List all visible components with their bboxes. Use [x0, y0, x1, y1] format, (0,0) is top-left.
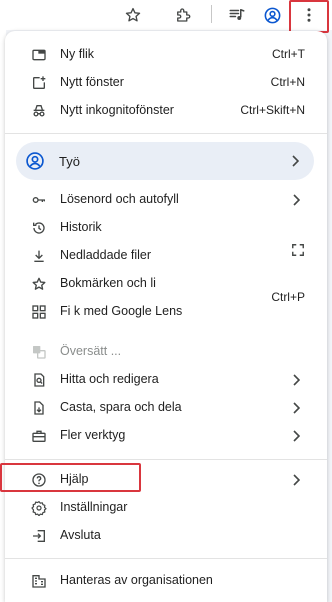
profile-icon[interactable]: [259, 2, 285, 28]
occlusion-patch: [5, 330, 327, 336]
new-tab-icon: [29, 45, 49, 65]
menu-item-label: Historik: [60, 220, 102, 234]
menu-item-label: Bokmärken och li: [60, 276, 156, 290]
occlusion-patch: [210, 264, 327, 285]
menu-item-find-edit[interactable]: Hitta och redigera: [5, 366, 327, 394]
exit-icon: [29, 526, 49, 546]
menu-divider: [5, 558, 327, 559]
profile-row[interactable]: Työ: [16, 142, 314, 180]
toolbox-icon: [29, 426, 49, 446]
browser-toolbar: [0, 0, 332, 33]
menu-item-more-tools[interactable]: Fler verktyg: [5, 422, 327, 450]
menu-item-label: Hanteras av organisationen: [60, 573, 213, 587]
menu-item-shortcut: Ctrl+N: [270, 75, 305, 89]
find-edit-icon: [29, 370, 49, 390]
menu-item-label: Nytt fönster: [60, 75, 124, 89]
fullscreen-icon[interactable]: [285, 238, 311, 262]
menu-item-label: Nedladdade filer: [60, 248, 152, 262]
chrome-main-menu: Ny flik Ctrl+T Nytt fönster Ctrl+N Nytt …: [5, 31, 327, 602]
menu-item-label: Inställningar: [60, 500, 128, 514]
menu-item-label: Översätt ...: [60, 344, 122, 358]
menu-item-new-tab[interactable]: Ny flik Ctrl+T: [5, 41, 327, 69]
history-icon: [29, 218, 49, 238]
menu-item-google-lens[interactable]: Fi k med Google Lens: [5, 298, 327, 326]
profile-name: Työ: [59, 154, 80, 169]
new-window-icon: [29, 73, 49, 93]
menu-item-label: Nytt inkognitofönster: [60, 103, 174, 117]
menu-item-label: Fi k med Google Lens: [60, 304, 183, 318]
account-circle-icon: [25, 151, 45, 171]
menu-item-shortcut: Ctrl+T: [272, 47, 305, 61]
menu-divider: [5, 133, 327, 134]
menu-item-new-window[interactable]: Nytt fönster Ctrl+N: [5, 69, 327, 97]
menu-item-label: Ny flik: [60, 47, 95, 61]
menu-item-label: Lösenord och autofyll: [60, 192, 179, 206]
menu-item-label: Casta, spara och dela: [60, 400, 182, 414]
chevron-right-icon: [291, 401, 301, 415]
chevron-right-icon: [291, 373, 301, 387]
chevron-right-icon: [290, 154, 300, 168]
key-icon: [29, 190, 49, 210]
menu-item-incognito[interactable]: Nytt inkognitofönster Ctrl+Skift+N: [5, 97, 327, 125]
incognito-icon: [29, 101, 49, 121]
cast-save-share-icon: [29, 398, 49, 418]
media-control-icon[interactable]: [224, 2, 250, 28]
menu-item-settings[interactable]: Inställningar: [5, 494, 327, 522]
settings-highlight: [0, 463, 141, 492]
menu-divider: [5, 459, 327, 460]
menu-item-label: Fler verktyg: [60, 428, 126, 442]
chevron-right-icon: [291, 193, 301, 207]
bookmark-star-icon: [29, 274, 49, 294]
toolbar-separator: [211, 5, 212, 23]
menu-item-exit[interactable]: Avsluta: [5, 522, 327, 550]
menu-item-managed[interactable]: Hanteras av organisationen: [5, 567, 327, 595]
menu-item-label: Avsluta: [60, 528, 101, 542]
menu-item-shortcut: Ctrl+Skift+N: [240, 103, 305, 117]
download-icon: [29, 246, 49, 266]
menu-button-highlight: [289, 0, 329, 33]
translate-icon: [29, 342, 49, 362]
google-lens-icon: [29, 302, 49, 322]
menu-item-translate[interactable]: Översätt ...: [5, 338, 327, 366]
settings-gear-icon: [29, 498, 49, 518]
chevron-right-icon: [291, 473, 301, 487]
star-icon[interactable]: [120, 2, 146, 28]
chevron-right-icon: [291, 429, 301, 443]
extensions-icon[interactable]: [170, 2, 196, 28]
menu-item-cast-save-share[interactable]: Casta, spara och dela: [5, 394, 327, 422]
menu-item-history[interactable]: Historik: [5, 214, 327, 242]
browser-window: Ny flik Ctrl+T Nytt fönster Ctrl+N Nytt …: [0, 0, 332, 602]
business-icon: [29, 571, 49, 591]
menu-item-label: Hitta och redigera: [60, 372, 159, 386]
menu-item-passwords[interactable]: Lösenord och autofyll: [5, 186, 327, 214]
occlusion-patch: [305, 201, 327, 231]
